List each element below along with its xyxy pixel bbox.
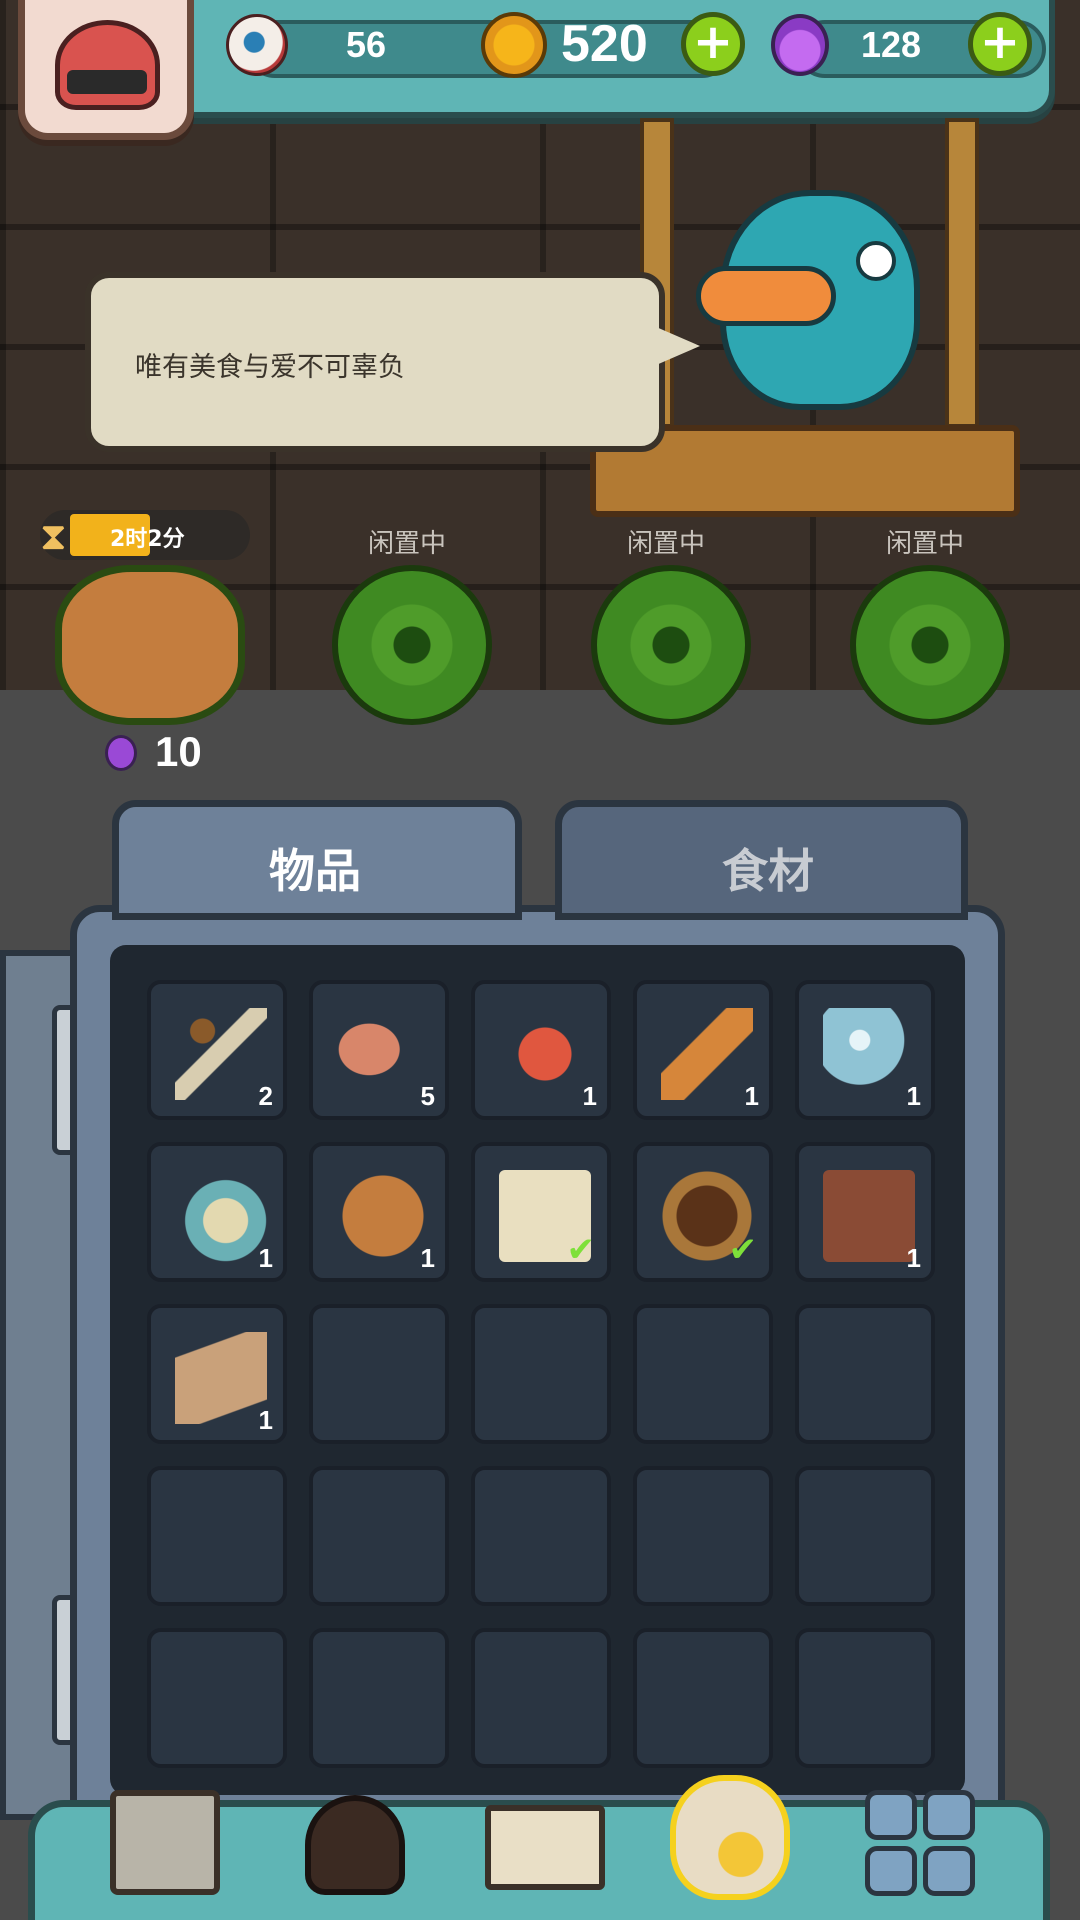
monster-eye xyxy=(856,241,896,281)
empty-inventory-slot[interactable] xyxy=(309,1304,449,1444)
anglerfish-monster[interactable] xyxy=(696,190,920,410)
empty-inventory-slot[interactable] xyxy=(309,1466,449,1606)
resource-bar: 56 520 + 128 + xyxy=(150,0,1055,118)
grid-menu-icon xyxy=(923,1846,975,1896)
empty-inventory-slot[interactable] xyxy=(633,1628,773,1768)
empty-inventory-slot[interactable] xyxy=(795,1466,935,1606)
timer-text: 2时2分 xyxy=(110,527,185,552)
inventory-slot[interactable]: 1 xyxy=(795,1142,935,1282)
snail-monster-icon xyxy=(175,1170,267,1262)
empty-inventory-slot[interactable] xyxy=(633,1466,773,1606)
item-count: 1 xyxy=(258,1243,273,1273)
check-icon: ✔ xyxy=(566,1230,596,1270)
inventory-slot[interactable]: ✔ xyxy=(471,1142,611,1282)
feather-icon xyxy=(661,1008,753,1100)
item-count: 1 xyxy=(744,1081,759,1111)
potion-count: 128 xyxy=(861,24,922,65)
empty-inventory-slot[interactable] xyxy=(471,1628,611,1768)
spiky-skull-icon xyxy=(499,1008,591,1100)
potion-icon xyxy=(771,14,829,76)
empty-inventory-slot[interactable] xyxy=(309,1628,449,1768)
inventory-slot[interactable]: 5 xyxy=(309,980,449,1120)
slime-slot-4[interactable] xyxy=(850,565,1010,725)
slime-slot-2[interactable] xyxy=(332,565,492,725)
tab-items[interactable]: 物品 xyxy=(112,800,522,920)
empty-inventory-slot[interactable] xyxy=(795,1628,935,1768)
item-count: 2 xyxy=(258,1081,273,1111)
nav-menu-button[interactable] xyxy=(865,1790,985,1910)
gold-coin-icon xyxy=(481,12,547,78)
add-potion-button[interactable]: + xyxy=(968,12,1032,76)
inventory-slot[interactable]: 1 xyxy=(309,1142,449,1282)
empty-inventory-slot[interactable] xyxy=(147,1466,287,1606)
tab-ingredients[interactable]: 食材 xyxy=(555,800,968,920)
hourglass-icon: ⧗ xyxy=(40,514,67,558)
nav-bag-button[interactable] xyxy=(665,1770,795,1905)
nav-shop-button[interactable] xyxy=(105,1785,225,1905)
speech-bubble-text: 唯有美食与爱不可辜负 xyxy=(135,352,405,383)
inventory-slot[interactable]: 1 xyxy=(147,1304,287,1444)
item-count: 1 xyxy=(420,1243,435,1273)
check-icon: ✔ xyxy=(728,1230,758,1270)
empty-inventory-slot[interactable] xyxy=(147,1628,287,1768)
item-count: 1 xyxy=(258,1405,273,1435)
stump-monster-icon xyxy=(337,1170,429,1262)
tab-ingredients-label: 食材 xyxy=(722,844,814,898)
player-avatar[interactable] xyxy=(18,0,194,140)
book-icon xyxy=(823,1170,915,1262)
add-gold-button[interactable]: + xyxy=(681,12,745,76)
empty-inventory-slot[interactable] xyxy=(795,1304,935,1444)
inventory-slot[interactable]: 1 xyxy=(795,980,935,1120)
shelf-post-right xyxy=(945,118,979,428)
empty-inventory-slot[interactable] xyxy=(471,1304,611,1444)
production-cost: 10 xyxy=(155,728,202,775)
inventory-slot[interactable]: ✔ xyxy=(633,1142,773,1282)
inventory-slot[interactable]: 1 xyxy=(471,980,611,1120)
speech-bubble-tail xyxy=(640,320,700,372)
monster-mouth xyxy=(696,266,836,326)
avatar-monster-icon xyxy=(55,20,160,110)
inventory-slot[interactable]: 2 xyxy=(147,980,287,1120)
eyeball-icon xyxy=(226,14,288,76)
grid-menu-icon xyxy=(923,1790,975,1840)
potion-icon xyxy=(105,735,137,771)
item-count: 5 xyxy=(420,1081,435,1111)
item-count: 1 xyxy=(906,1243,921,1273)
empty-inventory-slot[interactable] xyxy=(633,1304,773,1444)
slot-2-status: 闲置中 xyxy=(368,529,447,559)
grid-menu-icon xyxy=(865,1846,917,1896)
bag-icon xyxy=(670,1775,790,1900)
empty-inventory-slot[interactable] xyxy=(471,1466,611,1606)
eyeball-count: 56 xyxy=(346,24,387,65)
map-icon xyxy=(175,1332,267,1424)
inventory-slot[interactable]: 1 xyxy=(633,980,773,1120)
torch-monster-icon xyxy=(305,1795,405,1895)
club-icon xyxy=(337,1008,429,1100)
avatar-mouth xyxy=(67,70,147,94)
inventory-slot[interactable]: 1 xyxy=(147,1142,287,1282)
item-count: 1 xyxy=(582,1081,597,1111)
slime-slot-3[interactable] xyxy=(591,565,751,725)
recipe-book-icon xyxy=(485,1805,605,1890)
slot-3-status: 闲置中 xyxy=(627,529,706,559)
tab-items-label: 物品 xyxy=(269,844,361,898)
nav-monster-button[interactable] xyxy=(295,1785,415,1905)
nav-recipe-button[interactable] xyxy=(485,1785,605,1905)
gold-count: 520 xyxy=(561,15,648,73)
item-count: 1 xyxy=(906,1081,921,1111)
shop-building-icon xyxy=(110,1790,220,1895)
slot-4-status: 闲置中 xyxy=(886,529,965,559)
stump-monster-producing[interactable] xyxy=(55,565,245,725)
grid-menu-icon xyxy=(865,1790,917,1840)
crystal-ball-icon xyxy=(823,1008,915,1100)
rope-icon xyxy=(175,1008,267,1100)
